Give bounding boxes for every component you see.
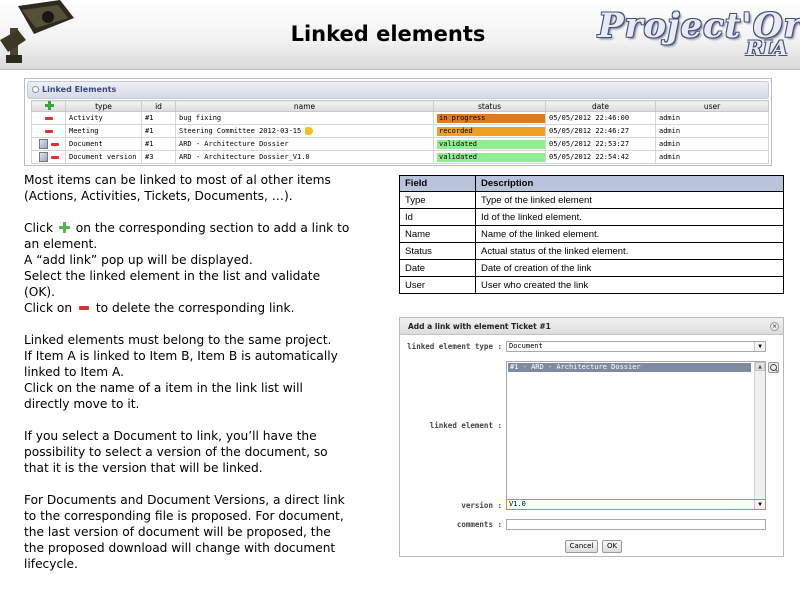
linked-element-listbox[interactable]: #1 - ARD - Architecture Dossier ▲ ▼ bbox=[506, 361, 766, 509]
table-row: Type Type of the linked element bbox=[399, 191, 784, 209]
cell-date: 05/05/2012 22:54:42 bbox=[545, 150, 656, 164]
search-icon[interactable] bbox=[768, 362, 779, 373]
table-row[interactable]: Document version #3 ARD - Architecture D… bbox=[31, 150, 769, 164]
version-label: version : bbox=[461, 501, 502, 510]
cell-id: #1 bbox=[141, 137, 176, 151]
scroll-up-icon[interactable]: ▲ bbox=[755, 362, 765, 371]
cancel-button[interactable]: Cancel bbox=[565, 540, 598, 553]
table-row: User User who created the link bbox=[399, 276, 784, 294]
cell-date: 05/05/2012 22:46:00 bbox=[545, 111, 656, 125]
version-select[interactable]: V1.0 ▼ bbox=[506, 499, 766, 510]
table-header-row: type id name status date user bbox=[31, 100, 769, 112]
remove-link-icon[interactable] bbox=[44, 116, 53, 120]
cell-type: Document version bbox=[65, 150, 142, 164]
table-row[interactable]: Document #1 ARD - Architecture Dossier v… bbox=[31, 137, 769, 151]
col-id: id bbox=[141, 100, 176, 112]
plus-icon[interactable] bbox=[44, 101, 54, 110]
cell-type: Meeting bbox=[65, 124, 142, 138]
help-paragraph: For Documents and Document Versions, a d… bbox=[24, 493, 345, 571]
dialog-title: Add a link with element Ticket #1 bbox=[408, 322, 551, 331]
field-description-table: Field Description Type Type of the linked… bbox=[399, 175, 784, 294]
list-item[interactable]: #1 - ARD - Architecture Dossier bbox=[508, 363, 751, 372]
chevron-down-icon[interactable]: ▼ bbox=[754, 342, 765, 351]
add-link-dialog: Add a link with element Ticket #1 × link… bbox=[399, 317, 784, 557]
cell-type: Document bbox=[65, 137, 142, 151]
table-row: Status Actual status of the linked elemen… bbox=[399, 242, 784, 260]
linked-elements-table: type id name status date user Activity #… bbox=[31, 100, 769, 164]
linked-element-type-select[interactable]: Document ▼ bbox=[506, 341, 766, 352]
download-document-icon[interactable] bbox=[38, 139, 48, 149]
cell-user: admin bbox=[655, 137, 769, 151]
project-or-logo: Project'Or RIA bbox=[598, 6, 800, 60]
linked-elements-panel: Linked Elements type id name status date… bbox=[24, 78, 772, 166]
remove-link-icon[interactable] bbox=[50, 155, 59, 159]
cell-user: admin bbox=[655, 150, 769, 164]
help-paragraph: Most items can be linked to most of al o… bbox=[24, 173, 331, 203]
col-status: status bbox=[433, 100, 546, 112]
col-user: user bbox=[655, 100, 769, 112]
table-row[interactable]: Activity #1 bug fixing in progress 05/05… bbox=[31, 111, 769, 125]
cell-name[interactable]: Steering Committee 2012-03-15 bbox=[179, 127, 301, 135]
cell-name[interactable]: ARD - Architecture Dossier_V1.0 bbox=[175, 150, 434, 164]
cell-id: #1 bbox=[141, 124, 176, 138]
comments-label: comments : bbox=[456, 520, 502, 529]
scrollbar[interactable]: ▲ ▼ bbox=[754, 362, 765, 508]
cell-id: #1 bbox=[141, 111, 176, 125]
add-link-button[interactable] bbox=[31, 100, 66, 112]
table-row: Date Date of creation of the link bbox=[399, 259, 784, 277]
cell-name[interactable]: ARD - Architecture Dossier bbox=[175, 137, 434, 151]
cell-date: 05/05/2012 22:46:27 bbox=[545, 124, 656, 138]
ok-button[interactable]: OK bbox=[602, 540, 622, 553]
cell-id: #3 bbox=[141, 150, 176, 164]
col-date: date bbox=[545, 100, 656, 112]
section-title: Linked Elements bbox=[42, 85, 117, 94]
chevron-down-icon[interactable]: ▼ bbox=[754, 500, 765, 509]
status-badge: in progress bbox=[437, 113, 545, 123]
plus-icon bbox=[58, 222, 70, 233]
download-document-icon[interactable] bbox=[38, 152, 48, 162]
col-type: type bbox=[65, 100, 142, 112]
help-paragraph: Click on the corresponding section to ad… bbox=[24, 221, 350, 315]
col-name: name bbox=[175, 100, 434, 112]
table-header-row: Field Description bbox=[399, 175, 784, 192]
cell-name[interactable]: bug fixing bbox=[175, 111, 434, 125]
help-text: Most items can be linked to most of al o… bbox=[24, 172, 394, 588]
status-badge: validated bbox=[437, 152, 545, 162]
close-icon[interactable]: × bbox=[770, 322, 779, 331]
remove-link-icon[interactable] bbox=[50, 142, 59, 146]
table-row[interactable]: Meeting #1 Steering Committee 2012-03-15… bbox=[31, 124, 769, 138]
hand-pointer-icon bbox=[305, 127, 314, 135]
linked-element-label: linked element : bbox=[429, 421, 502, 430]
cell-user: admin bbox=[655, 111, 769, 125]
cell-user: admin bbox=[655, 124, 769, 138]
remove-link-icon[interactable] bbox=[44, 129, 53, 133]
help-paragraph: Linked elements must belong to the same … bbox=[24, 333, 338, 411]
cell-type: Activity bbox=[65, 111, 142, 125]
cell-date: 05/05/2012 22:53:27 bbox=[545, 137, 656, 151]
help-paragraph: If you select a Document to link, you’ll… bbox=[24, 429, 328, 475]
linked-element-type-label: linked element type : bbox=[407, 342, 502, 351]
table-row: Name Name of the linked element. bbox=[399, 225, 784, 243]
table-row: Id Id of the linked element. bbox=[399, 208, 784, 226]
collapse-icon[interactable] bbox=[32, 86, 39, 93]
minus-icon bbox=[78, 306, 89, 310]
dialog-title-bar[interactable]: Add a link with element Ticket #1 × bbox=[400, 318, 783, 335]
status-badge: recorded bbox=[437, 126, 545, 136]
comments-field[interactable] bbox=[506, 519, 766, 530]
linked-elements-section-header[interactable]: Linked Elements bbox=[27, 81, 769, 99]
status-badge: validated bbox=[437, 139, 545, 149]
slide-header: Linked elements Project'Or RIA bbox=[0, 0, 800, 70]
